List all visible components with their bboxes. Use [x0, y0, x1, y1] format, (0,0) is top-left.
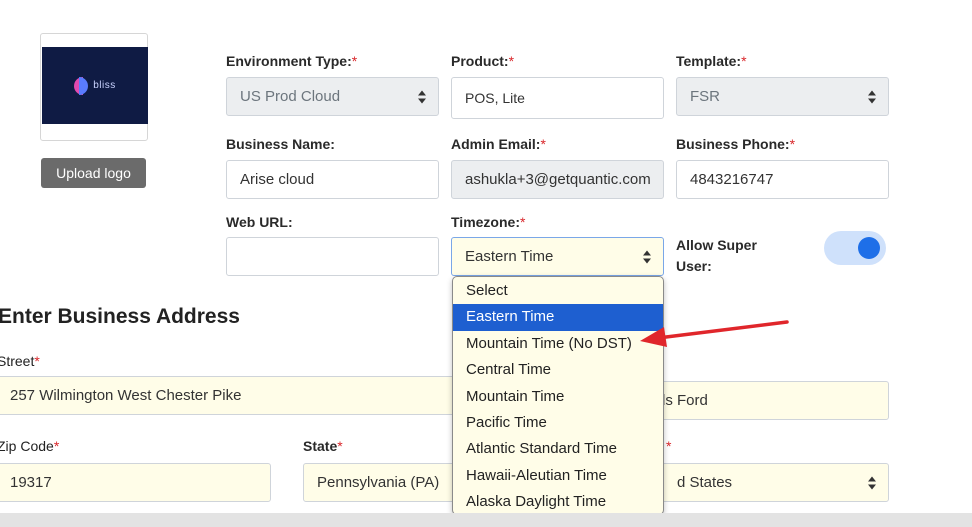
annotation-arrow-icon — [640, 320, 789, 347]
bottom-scroll-area — [0, 513, 972, 527]
